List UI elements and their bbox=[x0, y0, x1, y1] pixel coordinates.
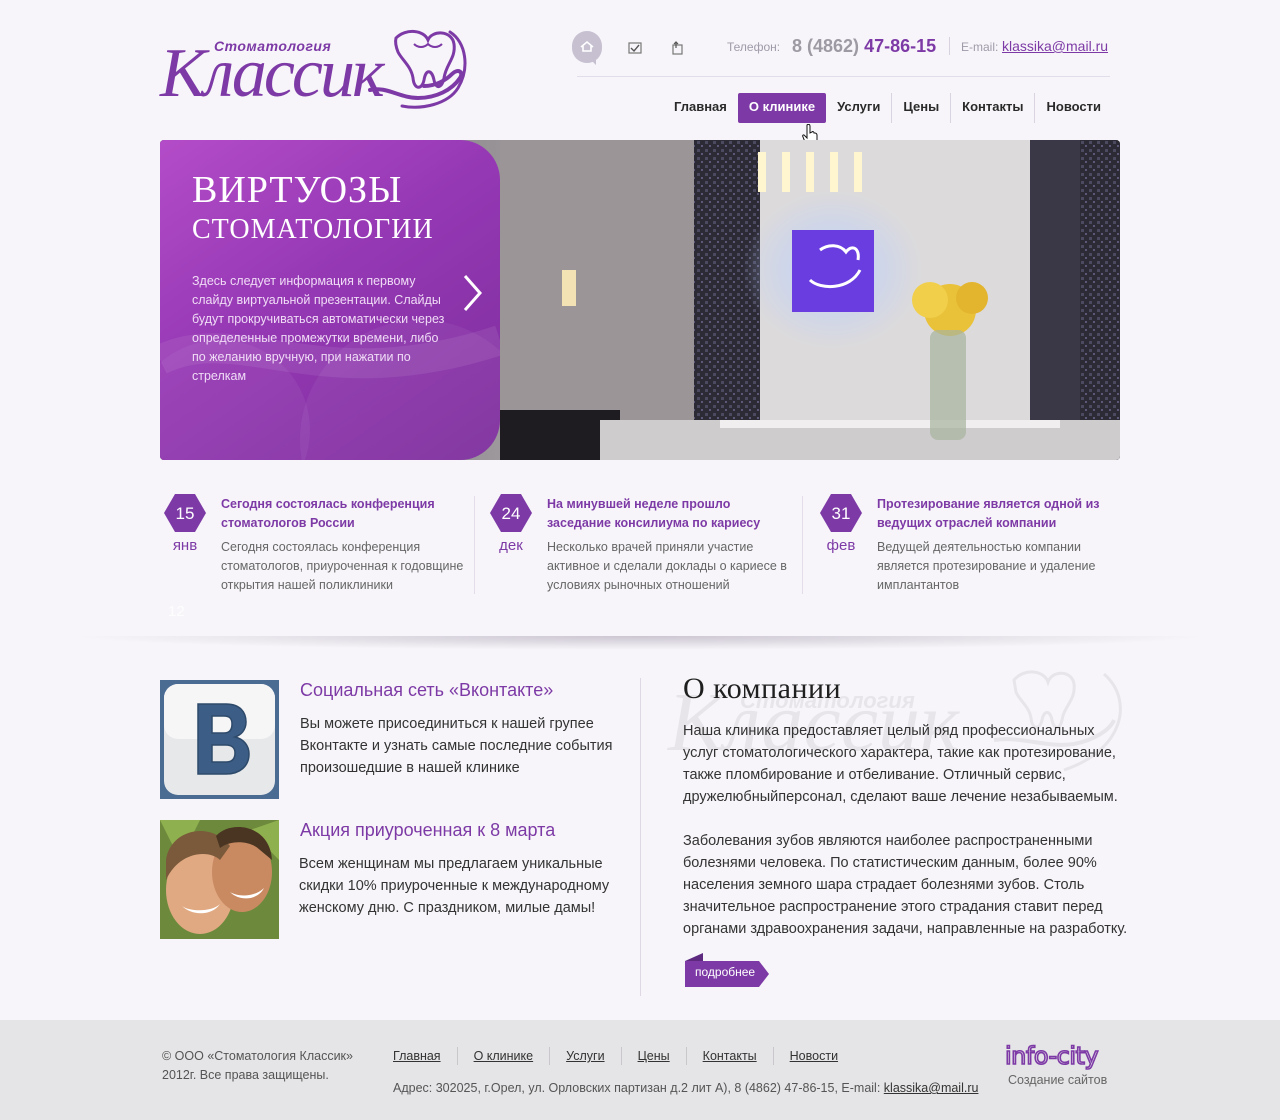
column-divider bbox=[640, 678, 641, 996]
footer-email-link[interactable]: klassika@mail.ru bbox=[884, 1081, 979, 1095]
developer-logo-text: info-city bbox=[1005, 1042, 1098, 1070]
slide-caption-panel: ВИРТУОЗЫ СТОМАТОЛОГИИ Здесь следует инфо… bbox=[160, 140, 500, 460]
phone-label: Телефон: bbox=[727, 40, 781, 54]
news-title-link[interactable]: Сегодня состоялась конференция стоматоло… bbox=[221, 495, 461, 533]
news-item: 15 янв Сегодня состоялась конференция ст… bbox=[160, 494, 463, 594]
vk-logo-icon[interactable] bbox=[160, 680, 279, 799]
phone-main: 47-86-15 bbox=[864, 36, 937, 56]
news-day: 24 bbox=[501, 504, 521, 523]
footer-nav-home[interactable]: Главная bbox=[393, 1047, 457, 1065]
tooth-hand-logo-icon bbox=[368, 30, 467, 109]
home-icon[interactable] bbox=[572, 31, 602, 65]
news-item: 24 дек На минувшей неделе прошло заседан… bbox=[486, 494, 787, 594]
hero-slider: ВИРТУОЗЫ СТОМАТОЛОГИИ Здесь следует инфо… bbox=[160, 140, 1120, 460]
footer-nav-services[interactable]: Услуги bbox=[549, 1047, 620, 1065]
news-item: 31 фев Протезирование является одной из … bbox=[816, 494, 1116, 594]
news-body: Ведущей деятельностью компании является … bbox=[877, 540, 1096, 592]
footer-nav-contacts[interactable]: Контакты bbox=[685, 1047, 773, 1065]
news-body: Сегодня состоялась конференция стоматоло… bbox=[221, 540, 464, 592]
email-link[interactable]: klassika@mail.ru bbox=[1002, 38, 1108, 54]
about-section: Классик Стоматология О компании Наша кли… bbox=[664, 660, 1134, 1000]
site-footer: © ООО «Стоматология Классик» 2012г. Все … bbox=[0, 1020, 1280, 1120]
news-month: янв bbox=[172, 537, 198, 554]
news-divider bbox=[474, 496, 475, 594]
header-divider bbox=[949, 37, 950, 55]
footer-nav-about[interactable]: О клинике bbox=[456, 1047, 550, 1065]
promo-title-link[interactable]: Акция приуроченная к 8 марта bbox=[300, 820, 555, 841]
map-icon[interactable] bbox=[662, 33, 692, 63]
nav-item-about[interactable]: О клинике bbox=[737, 93, 827, 123]
news-divider bbox=[802, 496, 803, 594]
smiling-couple-photo[interactable] bbox=[160, 820, 279, 939]
promo-text: Всем женщинам мы предлагаем уникальные с… bbox=[299, 856, 610, 916]
faint-number: 12 bbox=[168, 603, 185, 620]
nav-item-news[interactable]: Новости bbox=[1034, 93, 1112, 123]
site-logo[interactable]: Классик Стоматология bbox=[160, 26, 470, 112]
news-month: дек bbox=[499, 537, 523, 554]
email-label: E-mail: bbox=[961, 40, 999, 54]
logo-subtitle: Стоматология bbox=[214, 38, 332, 54]
info-city-logo[interactable]: info-city bbox=[1004, 1041, 1123, 1071]
copyright-line: © ООО «Стоматология Классик» bbox=[162, 1049, 353, 1063]
news-day: 31 bbox=[831, 504, 851, 523]
slide-title-line1: ВИРТУОЗЫ bbox=[192, 169, 403, 211]
main-nav: Главная О клинике Услуги Цены Контакты Н… bbox=[663, 93, 1112, 123]
slide-description: Здесь следует информация к первому слайд… bbox=[192, 274, 445, 383]
more-button[interactable]: подробнее bbox=[685, 953, 770, 987]
about-paragraph: Заболевания зубов являются наиболее расп… bbox=[683, 833, 1128, 937]
news-title-link[interactable]: Протезирование является одной из ведущих… bbox=[877, 495, 1117, 533]
promo-title-link[interactable]: Социальная сеть «Вконтакте» bbox=[300, 680, 553, 701]
more-button-label: подробнее bbox=[695, 965, 756, 979]
promo-text: Вы можете присоединиться к нашей групее … bbox=[300, 716, 613, 776]
footer-address: Адрес: 302025, г.Орел, ул. Орловских пар… bbox=[393, 1081, 978, 1095]
nav-item-contacts[interactable]: Контакты bbox=[950, 93, 1034, 123]
footer-nav-prices[interactable]: Цены bbox=[620, 1047, 686, 1065]
developer-caption: Создание сайтов bbox=[1008, 1073, 1108, 1087]
phone-number: 8 (4862) 47-86-15 bbox=[792, 36, 936, 57]
news-month: фев bbox=[826, 537, 856, 554]
header-rule bbox=[577, 76, 1110, 77]
mail-icon[interactable] bbox=[620, 33, 650, 63]
footer-nav: Главная О клинике Услуги Цены Контакты Н… bbox=[393, 1047, 854, 1065]
copyright: © ООО «Стоматология Классик» 2012г. Все … bbox=[162, 1047, 362, 1085]
about-title: О компании bbox=[683, 672, 842, 705]
nav-item-prices[interactable]: Цены bbox=[891, 93, 950, 123]
news-body: Несколько врачей приняли участие активно… bbox=[547, 540, 787, 592]
section-shadow bbox=[70, 636, 1210, 650]
slide-title-line2: СТОМАТОЛОГИИ bbox=[192, 214, 434, 245]
next-slide-arrow-icon[interactable] bbox=[462, 273, 484, 313]
news-title-link[interactable]: На минувшей неделе прошло заседание конс… bbox=[547, 495, 787, 533]
footer-nav-news[interactable]: Новости bbox=[772, 1047, 854, 1065]
address-text: Адрес: 302025, г.Орел, ул. Орловских пар… bbox=[393, 1081, 881, 1095]
nav-item-home[interactable]: Главная bbox=[663, 93, 738, 123]
nav-item-services[interactable]: Услуги bbox=[826, 93, 891, 123]
about-paragraph: Наша клиника предоставляет целый ряд про… bbox=[683, 723, 1118, 805]
phone-prefix: 8 (4862) bbox=[792, 36, 860, 56]
copyright-line: 2012г. Все права защищены. bbox=[162, 1068, 329, 1082]
news-day: 15 bbox=[175, 504, 195, 523]
site-header: Классик Стоматология Телефон: 8 (4862) 4… bbox=[0, 0, 1280, 146]
